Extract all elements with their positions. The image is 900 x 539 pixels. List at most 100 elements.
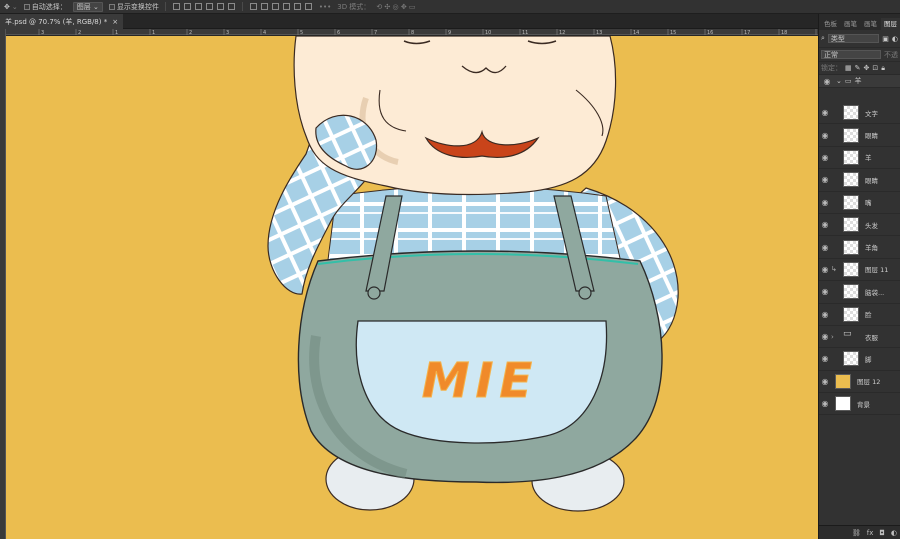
close-tab-icon[interactable]: × <box>112 18 118 26</box>
tab-swatches[interactable]: 色板 <box>821 18 840 30</box>
layer-thumbnail <box>843 351 859 367</box>
filter-row: ⌕ 类型 ▣ ◐ <box>819 30 900 48</box>
show-transform-checkbox[interactable]: 显示变换控件 <box>108 2 159 12</box>
ruler-number: 2 <box>189 30 192 35</box>
eye-icon[interactable]: ◉ <box>819 265 831 274</box>
layer-name: 图层 12 <box>857 378 881 387</box>
divider <box>241 2 243 11</box>
layer-group-row[interactable]: ◉ ⌄ ▭ 羊 <box>819 75 900 88</box>
eye-icon[interactable]: ◉ <box>819 220 831 229</box>
ruler-number: 3 <box>41 30 44 35</box>
filter-kind-dropdown[interactable]: 类型 <box>827 34 880 43</box>
distribute-buttons[interactable] <box>249 3 313 10</box>
document-canvas[interactable]: MIE <box>6 36 818 539</box>
lock-artboard-icon[interactable]: ⊡ <box>872 64 878 72</box>
group-name: 羊 <box>854 77 862 85</box>
mask-icon[interactable]: ◘ <box>879 529 885 537</box>
eye-icon[interactable]: ◉ <box>819 332 831 341</box>
lock-brush-icon[interactable]: ✎ <box>855 64 861 72</box>
lock-pixels-icon[interactable]: ▦ <box>845 64 852 72</box>
layer-name: 脸 <box>865 311 872 320</box>
layers-panel: 色板 画笔 画笔 图层 ⌕ 类型 ▣ ◐ 正常 不透 锁定： ▦ ✎ ✥ ⊡ 🔒… <box>818 14 900 539</box>
layer-row[interactable]: ◉ 羊角 <box>819 236 900 259</box>
tab-brushes[interactable]: 画笔 <box>841 18 860 30</box>
tab-brush-settings[interactable]: 画笔 <box>861 18 880 30</box>
folder-icon: ▭ <box>844 77 852 85</box>
3d-tool-icons[interactable]: ⟲ ✣ ◎ ✥ ▭ <box>376 3 415 11</box>
ruler-top[interactable]: 32112345678910111213141516171819 <box>6 29 824 36</box>
filter-kind-value: 类型 <box>830 35 845 43</box>
lock-all-icon[interactable]: 🔒︎ <box>881 64 885 73</box>
eye-icon[interactable]: ◉ <box>819 198 831 207</box>
ruler-number: 18 <box>781 30 787 35</box>
ruler-number: 13 <box>596 30 602 35</box>
ruler-number: 10 <box>485 30 491 35</box>
layer-name: 眼睛 <box>865 176 878 185</box>
layer-row[interactable]: ◉ 头发 <box>819 214 900 237</box>
layer-thumbnail <box>843 194 859 210</box>
chevron-right-icon[interactable]: › <box>831 333 843 341</box>
options-bar: ✥ ⌄ 自动选择： 图层 ⌄ 显示变换控件 ••• 3D 模式： ⟲ ✣ ◎ ✥ … <box>0 0 900 14</box>
ruler-number: 11 <box>522 30 528 35</box>
blend-row: 正常 不透 <box>819 48 900 62</box>
tab-layers[interactable]: 图层 <box>881 18 900 30</box>
eye-icon[interactable]: ◉ <box>819 310 831 319</box>
eye-icon[interactable]: ◉ <box>819 131 831 140</box>
ruler-number: 2 <box>78 30 81 35</box>
layer-row[interactable]: ◉ 羊 <box>819 147 900 170</box>
auto-select-target-dropdown[interactable]: 图层 ⌄ <box>72 1 103 12</box>
align-buttons[interactable] <box>172 3 236 10</box>
eye-icon[interactable]: ◉ <box>819 243 831 252</box>
panel-bottom-bar: ⛓ fx ◘ ◐ <box>819 525 900 539</box>
layer-name: 文字 <box>865 109 878 118</box>
adjust-icon[interactable]: ◐ <box>891 529 897 537</box>
ruler-number: 9 <box>448 30 451 35</box>
layer-row[interactable]: ◉ 眼睛 <box>819 124 900 147</box>
more-options-button[interactable]: ••• <box>319 3 331 11</box>
chevron-down-icon[interactable]: ⌄ <box>836 77 842 85</box>
layer-row[interactable]: ◉ ↳ 图层 11 <box>819 259 900 282</box>
clip-arrow-icon: ↳ <box>831 265 837 274</box>
move-tool-icon[interactable]: ✥ ⌄ <box>4 3 18 11</box>
layer-row[interactable]: ◉ 文字 <box>819 102 900 125</box>
layer-name: 羊 <box>865 154 872 163</box>
eye-icon[interactable]: ◉ <box>819 108 831 117</box>
document-tab[interactable]: 羊.psd @ 70.7% (羊, RGB/8) * × <box>0 14 124 29</box>
eye-icon[interactable]: ◉ <box>819 377 831 386</box>
layer-row[interactable]: ◉ 脑袋... <box>819 281 900 304</box>
layer-name: 眼睛 <box>865 132 878 141</box>
layer-row[interactable]: ◉ 脸 <box>819 304 900 326</box>
layer-row[interactable]: ◉ 嘴 <box>819 192 900 214</box>
layer-row[interactable]: ◉ 眼睛 <box>819 169 900 192</box>
eye-icon[interactable]: ◉ <box>819 153 831 162</box>
eye-icon[interactable]: ◉ <box>819 354 831 363</box>
eye-icon[interactable]: ◉ <box>819 399 831 408</box>
layer-row[interactable]: ◉ 图层 12 <box>819 371 900 394</box>
ruler-number: 17 <box>744 30 750 35</box>
eye-icon[interactable]: ◉ <box>819 287 831 296</box>
layer-name: 脚 <box>865 355 872 364</box>
eye-icon[interactable]: ◉ <box>819 175 831 184</box>
divider <box>164 2 166 11</box>
pocket-text: MIE <box>422 353 538 409</box>
link-icon[interactable]: ⛓ <box>852 529 861 537</box>
blend-mode-dropdown[interactable]: 正常 <box>821 50 881 59</box>
eye-icon[interactable]: ◉ <box>821 77 833 86</box>
lock-move-icon[interactable]: ✥ <box>864 64 870 72</box>
left-button <box>367 286 381 300</box>
auto-select-checkbox[interactable]: 自动选择： <box>23 2 67 12</box>
document-tab-bar: 羊.psd @ 70.7% (羊, RGB/8) * × <box>0 14 818 29</box>
layer-thumbnail <box>843 105 859 121</box>
layer-thumbnail <box>843 217 859 233</box>
ruler-number: 1 <box>115 30 118 35</box>
layer-name: 头发 <box>865 221 878 230</box>
fx-icon[interactable]: fx <box>867 529 874 537</box>
layer-row[interactable]: ◉ 脚 <box>819 348 900 371</box>
folder-icon: ▭ <box>843 329 852 340</box>
layer-thumbnail <box>843 261 859 277</box>
filter-image-icon[interactable]: ▣ <box>882 35 889 43</box>
filter-adjust-icon[interactable]: ◐ <box>892 35 898 43</box>
layer-name: 图层 11 <box>865 266 889 275</box>
layer-row[interactable]: ◉ › ▭ 衣服 <box>819 326 900 349</box>
layer-row[interactable]: ◉ 背景 <box>819 393 900 416</box>
